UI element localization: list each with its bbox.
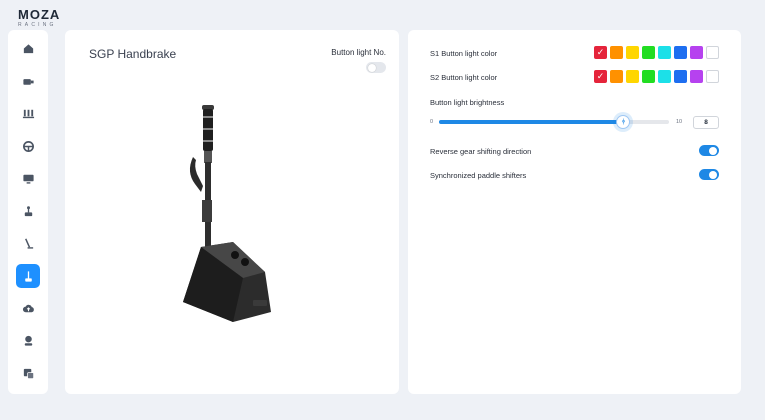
dashboard-icon xyxy=(22,174,34,184)
steering-wheel-icon xyxy=(22,140,34,152)
nav-settings-device[interactable] xyxy=(16,362,40,386)
s2-color-swatch[interactable] xyxy=(674,70,687,83)
home-icon xyxy=(23,44,33,54)
nav-shifter[interactable] xyxy=(16,199,40,223)
toggle-knob xyxy=(709,146,717,155)
check-icon: ✓ xyxy=(596,71,605,81)
nav-cloud[interactable] xyxy=(16,297,40,321)
handbrake-icon xyxy=(24,238,33,249)
shifter-icon xyxy=(24,205,32,216)
toggle-knob xyxy=(368,63,376,72)
s1-color-label: S1 Button light color xyxy=(430,49,498,58)
s2-color-swatch[interactable] xyxy=(610,70,623,83)
brand-name: MOZA xyxy=(18,7,61,22)
brightness-slider-thumb[interactable]: ‹|› xyxy=(616,115,630,129)
nav-home[interactable] xyxy=(16,37,40,61)
s2-color-swatch[interactable]: ✓ xyxy=(594,70,607,83)
paddle-shifters-toggle[interactable] xyxy=(699,169,719,180)
s1-color-swatch[interactable]: ✓ xyxy=(594,46,607,59)
check-icon: ✓ xyxy=(596,47,605,57)
settings-panel: S1 Button light color ✓ S2 Button light … xyxy=(408,30,741,394)
brightness-slider-fill xyxy=(439,120,623,124)
nav-sgp-handbrake[interactable] xyxy=(16,264,40,288)
s1-color-swatch[interactable] xyxy=(658,46,671,59)
nav-user[interactable] xyxy=(16,329,40,353)
button-light-toggle[interactable] xyxy=(366,62,386,73)
s1-color-swatch[interactable] xyxy=(610,46,623,59)
nav-handbrake[interactable] xyxy=(16,232,40,256)
user-icon xyxy=(24,336,32,347)
s1-color-swatch[interactable] xyxy=(706,46,719,59)
toggle-knob xyxy=(709,170,717,179)
s2-color-swatch[interactable] xyxy=(642,70,655,83)
page-title: SGP Handbrake xyxy=(89,47,177,61)
cloud-upload-icon xyxy=(22,304,34,313)
wheelbase-icon xyxy=(22,78,34,85)
s1-color-swatches: ✓ xyxy=(594,46,719,59)
nav-steering-wheel[interactable] xyxy=(16,134,40,158)
sgp-handbrake-image xyxy=(183,105,271,322)
s2-color-swatch[interactable] xyxy=(626,70,639,83)
s1-color-swatch[interactable] xyxy=(626,46,639,59)
s2-color-swatch[interactable] xyxy=(690,70,703,83)
reverse-gear-toggle[interactable] xyxy=(699,145,719,156)
brand-sub: RACING xyxy=(18,22,57,28)
brightness-label: Button light brightness xyxy=(430,98,505,107)
s2-color-swatches: ✓ xyxy=(594,70,719,83)
brightness-min-label: 0 xyxy=(430,119,434,125)
s1-color-swatch[interactable] xyxy=(642,46,655,59)
nav-pedals[interactable] xyxy=(16,102,40,126)
s2-color-swatch[interactable] xyxy=(706,70,719,83)
reverse-gear-label: Reverse gear shifting direction xyxy=(430,147,532,156)
nav-dashboard[interactable] xyxy=(16,167,40,191)
settings-device-icon xyxy=(23,368,34,379)
s1-color-swatch[interactable] xyxy=(690,46,703,59)
sidebar xyxy=(8,30,48,394)
button-light-label: Button light No. xyxy=(331,48,386,57)
s1-color-swatch[interactable] xyxy=(674,46,687,59)
pedals-icon xyxy=(22,110,34,119)
moza-logo: MOZA RACING xyxy=(18,7,78,29)
brightness-max-label: 10 xyxy=(676,119,683,125)
paddle-shifters-label: Synchronized paddle shifters xyxy=(430,171,527,180)
device-panel: SGP Handbrake Button light No. xyxy=(65,30,399,394)
s2-color-swatch[interactable] xyxy=(658,70,671,83)
sgp-handbrake-icon xyxy=(24,270,32,282)
brightness-slider-track[interactable]: ‹|› xyxy=(439,115,669,129)
brightness-value-input[interactable]: 8 xyxy=(693,116,719,129)
s2-color-label: S2 Button light color xyxy=(430,73,498,82)
nav-wheelbase[interactable] xyxy=(16,69,40,93)
